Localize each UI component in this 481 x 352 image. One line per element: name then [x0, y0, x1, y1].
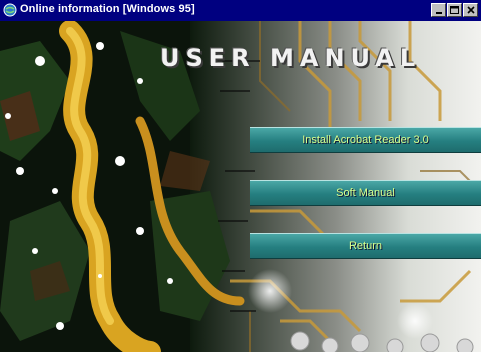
close-button[interactable] — [463, 3, 478, 17]
minimize-button[interactable] — [431, 3, 446, 17]
install-acrobat-reader-button[interactable]: Install Acrobat Reader 3.0 — [250, 127, 481, 153]
install-acrobat-reader-label: Install Acrobat Reader 3.0 — [302, 134, 429, 146]
app-icon — [3, 3, 17, 17]
content-area: USER MANUAL Install Acrobat Reader 3.0 S… — [0, 21, 481, 352]
soft-manual-button[interactable]: Soft Manual — [250, 180, 481, 206]
app-window: Online information [Windows 95] USER MAN… — [0, 0, 481, 352]
maximize-icon — [450, 6, 459, 14]
return-button[interactable]: Return — [250, 233, 481, 259]
minimize-icon — [435, 12, 442, 14]
close-icon — [466, 6, 475, 14]
window-controls — [431, 3, 478, 18]
soft-manual-label: Soft Manual — [336, 187, 395, 199]
page-title: USER MANUAL — [160, 44, 422, 72]
title-bar[interactable]: Online information [Windows 95] — [0, 0, 481, 21]
return-label: Return — [348, 240, 383, 252]
window-title: Online information [Windows 95] — [20, 3, 195, 15]
maximize-button[interactable] — [447, 3, 462, 17]
